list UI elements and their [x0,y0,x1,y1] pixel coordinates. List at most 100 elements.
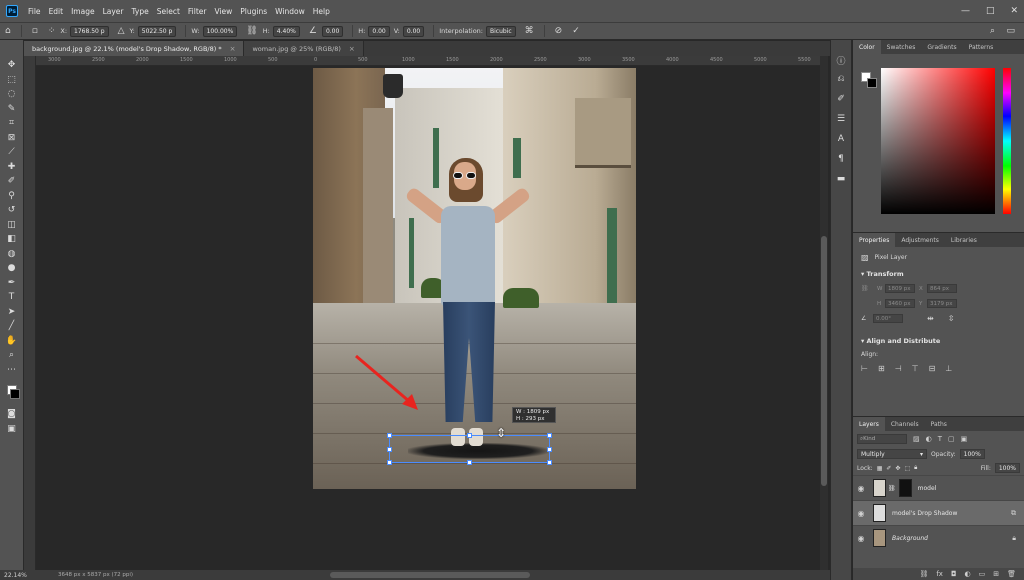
menu-file[interactable]: File [24,7,45,16]
y-position-field[interactable]: 5022.50 p [137,25,177,37]
history-icon[interactable]: ⎌ [837,74,844,88]
transform-handle[interactable] [547,460,552,465]
eye-icon[interactable]: ◉ [853,534,869,543]
lock-icon[interactable]: 🔒︎ [1012,534,1016,543]
more-tools-icon[interactable]: ⋯ [4,363,20,378]
tab-background-document[interactable]: background.jpg @ 22.1% (model's Drop Sha… [24,41,245,56]
lock-all-icon[interactable]: 🔒︎ [914,464,917,472]
screen-mode-icon[interactable]: ▣ [4,422,20,437]
workspace-icon[interactable]: ▭ [1006,26,1015,36]
hue-slider[interactable] [1003,68,1011,214]
transform-section-title[interactable]: ▾ Transform [853,265,1024,281]
tab-swatches[interactable]: Swatches [881,40,922,54]
menu-help[interactable]: Help [309,7,334,16]
transform-handle[interactable] [467,433,472,438]
vertical-skew-field[interactable]: 0.00 [402,25,425,37]
filter-shape-icon[interactable]: ▢ [948,435,955,443]
menu-layer[interactable]: Layer [99,7,128,16]
tab-color[interactable]: Color [853,40,881,54]
vertical-scrollbar[interactable] [820,56,828,570]
line-tool-icon[interactable]: ╱ [4,319,20,334]
transform-handle[interactable] [387,447,392,452]
menu-plugins[interactable]: Plugins [236,7,271,16]
transform-handle[interactable] [547,447,552,452]
tab-layers[interactable]: Layers [853,417,885,431]
menu-type[interactable]: Type [128,7,153,16]
paint-bucket-tool-icon[interactable]: ◧ [4,232,20,247]
x-position-field[interactable]: 1768.50 p [70,25,109,37]
layer-kind-filter[interactable]: ⌕ Kind [857,434,907,444]
align-section-title[interactable]: ▾ Align and Distribute [853,332,1024,348]
chain-link-icon[interactable]: ⛓ [888,485,896,492]
width-field[interactable]: 1809 px [885,284,915,293]
x-field[interactable]: 864 px [927,284,957,293]
move-tool-icon[interactable]: ✥ [4,58,20,73]
new-group-icon[interactable]: ▭ [979,570,986,578]
quick-selection-tool-icon[interactable]: ✎ [4,102,20,117]
close-tab-icon[interactable]: × [230,45,236,53]
filter-smart-object-icon[interactable]: ▣ [961,435,968,443]
tab-libraries[interactable]: Libraries [945,233,983,247]
transform-handle[interactable] [387,460,392,465]
align-right-icon[interactable]: ⊣ [895,364,902,373]
close-icon[interactable]: ✕ [1010,6,1018,16]
align-bottom-icon[interactable]: ⊥ [945,364,952,373]
y-field[interactable]: 3179 px [927,299,957,308]
menu-image[interactable]: Image [67,7,99,16]
transform-handle[interactable] [387,433,392,438]
history-brush-tool-icon[interactable]: ↺ [4,203,20,218]
transform-handle[interactable] [467,460,472,465]
color-field[interactable] [881,68,995,214]
filter-type-icon[interactable]: T [938,435,942,443]
blur-tool-icon[interactable]: ◍ [4,247,20,262]
minimize-icon[interactable]: — [961,6,970,16]
eye-icon[interactable]: ◉ [853,484,869,493]
lock-pixels-icon[interactable]: ✐ [886,465,891,472]
scrollbar-thumb[interactable] [821,236,827,486]
menu-select[interactable]: Select [153,7,184,16]
link-icon[interactable]: ⛓ [861,285,877,292]
menu-edit[interactable]: Edit [45,7,68,16]
layer-row-background[interactable]: ◉ Background 🔒︎ [853,525,1024,550]
warp-mode-icon[interactable]: ⌘ [525,26,534,36]
tab-adjustments[interactable]: Adjustments [895,233,945,247]
lock-transparency-icon[interactable]: ▦ [877,465,883,472]
marquee-tool-icon[interactable]: ⬚ [4,73,20,88]
add-mask-icon[interactable]: ◘ [951,570,957,578]
maximize-icon[interactable]: □ [986,6,995,16]
hand-tool-icon[interactable]: ✋ [4,334,20,349]
adjustment-layer-icon[interactable]: ◐ [965,570,971,578]
layer-row-drop-shadow[interactable]: ◉ model's Drop Shadow ⧉ [853,500,1024,525]
close-tab-icon[interactable]: × [349,45,355,53]
path-selection-tool-icon[interactable]: ➤ [4,305,20,320]
eyedropper-tool-icon[interactable]: ⟋ [4,145,20,160]
canvas-area[interactable]: W : 1809 px H : 293 px ⇕ [36,66,820,570]
lock-position-icon[interactable]: ✥ [895,465,900,472]
fill-field[interactable]: 100% [994,463,1020,473]
menu-window[interactable]: Window [271,7,309,16]
reference-point-toggle-icon[interactable]: ▫ [32,26,38,36]
home-icon[interactable]: ⌂ [5,26,11,36]
adjustments-icon[interactable]: ☰ [837,114,845,128]
character-icon[interactable]: A [838,134,844,148]
menu-filter[interactable]: Filter [184,7,211,16]
reference-point-grid-icon[interactable]: ⁘ [48,26,56,36]
align-center-h-icon[interactable]: ⊞ [878,364,885,373]
comments-icon[interactable]: ▬ [837,174,846,188]
width-percent-field[interactable]: 100.00% [202,25,238,37]
clone-stamp-tool-icon[interactable]: ⚲ [4,189,20,204]
delete-layer-icon[interactable]: 🗑︎ [1007,570,1016,578]
brush-tool-icon[interactable]: ✐ [4,174,20,189]
document-image[interactable] [313,68,636,489]
horizontal-scrollbar-thumb[interactable] [330,572,530,578]
horizontal-skew-field[interactable]: 0.00 [368,25,390,37]
brush-settings-icon[interactable]: ✐ [837,94,845,108]
background-color-swatch[interactable] [9,389,20,399]
layer-row-model[interactable]: ◉ ⛓ model [853,475,1024,500]
align-left-icon[interactable]: ⊢ [861,364,868,373]
transform-bounding-box[interactable] [387,433,552,465]
opacity-field[interactable]: 100% [959,449,985,459]
quick-mask-icon[interactable]: ◙ [4,407,20,422]
tab-properties[interactable]: Properties [853,233,896,247]
angle-field[interactable]: 0.00° [873,314,903,323]
